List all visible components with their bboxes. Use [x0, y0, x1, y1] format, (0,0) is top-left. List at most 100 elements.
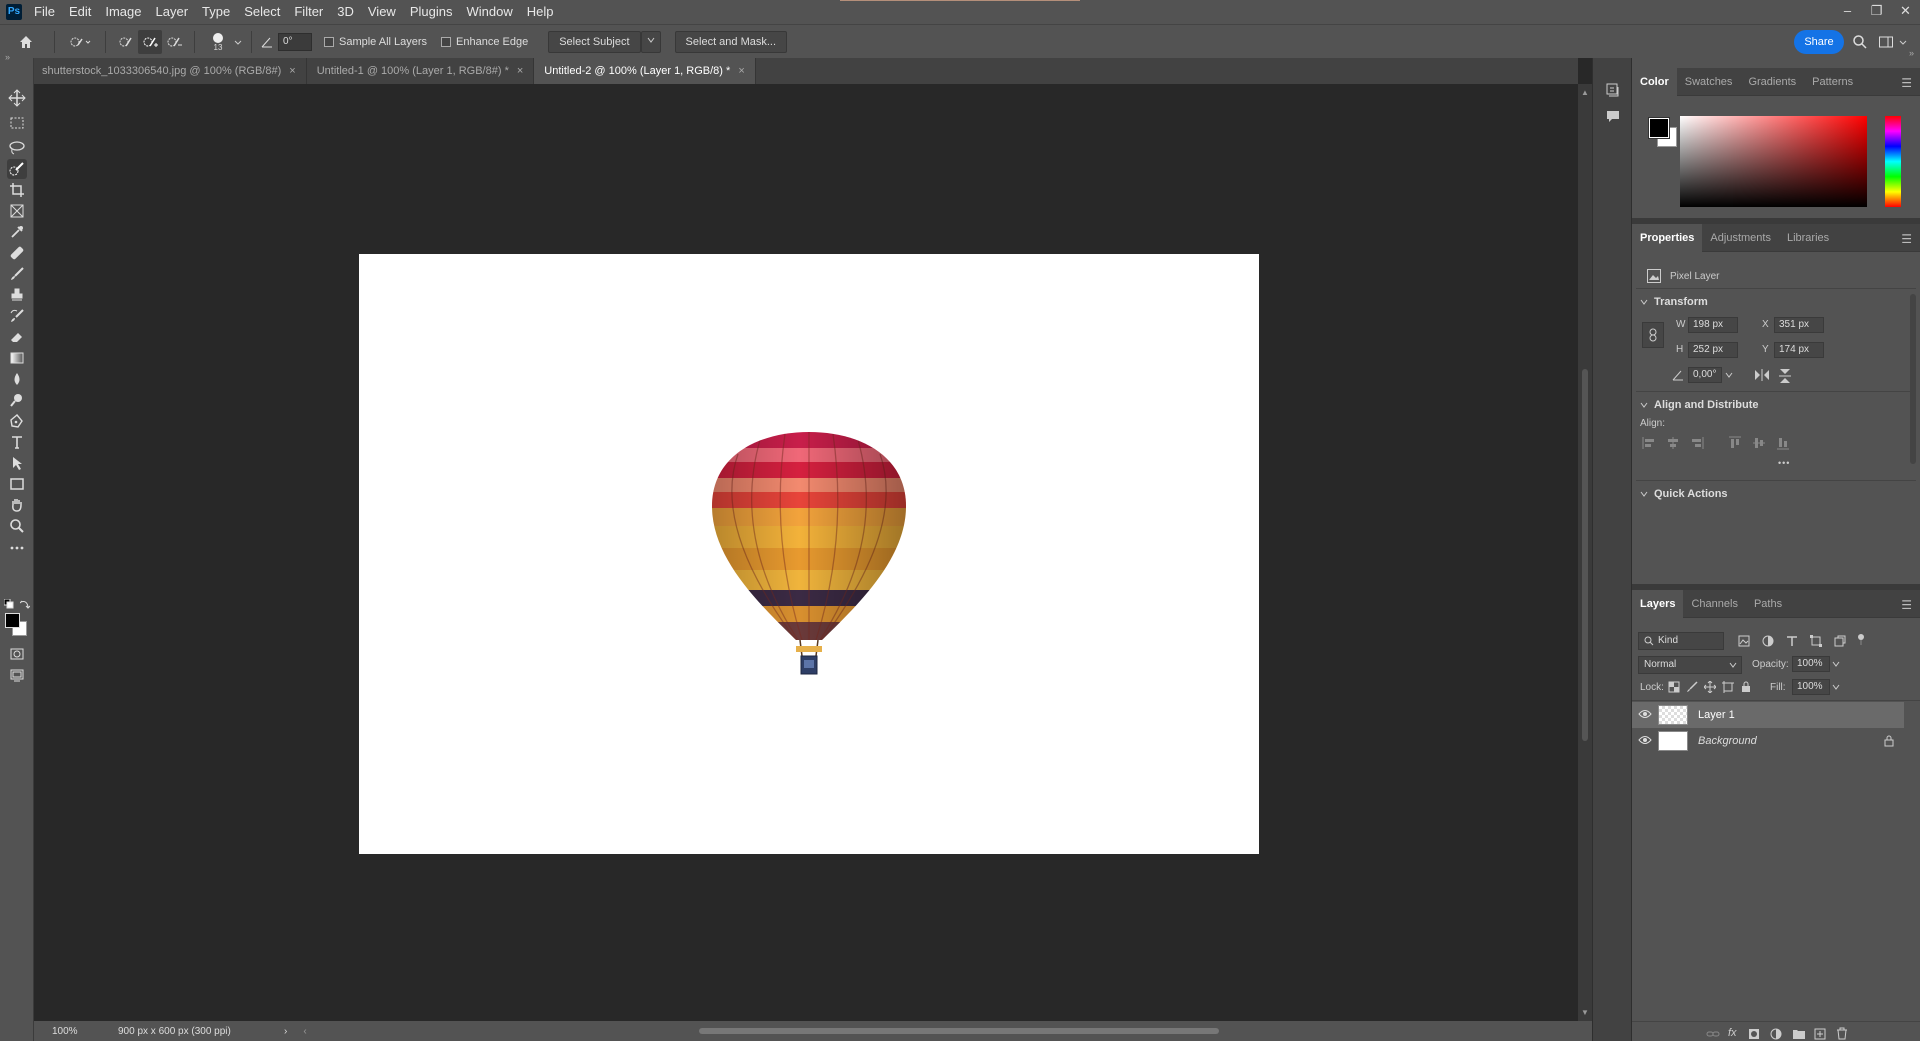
menu-3d[interactable]: 3D [330, 0, 361, 24]
align-section-header[interactable]: Align and Distribute [1640, 399, 1759, 411]
link-dimensions-button[interactable] [1642, 322, 1664, 348]
scroll-left-icon[interactable]: ‹ [303, 1026, 306, 1037]
vertical-scroll-thumb[interactable] [1582, 369, 1588, 741]
tab-color[interactable]: Color [1632, 67, 1677, 96]
tab-gradients[interactable]: Gradients [1740, 68, 1804, 96]
tab-shutterstock[interactable]: shutterstock_1033306540.jpg @ 100% (RGB/… [34, 58, 307, 84]
add-mask-icon[interactable] [1748, 1028, 1760, 1040]
tab-untitled-2[interactable]: Untitled-2 @ 100% (Layer 1, RGB/8) * × [534, 58, 756, 84]
hand-tool[interactable] [7, 495, 27, 515]
new-selection-button[interactable] [114, 30, 138, 54]
link-layers-icon[interactable] [1706, 1028, 1720, 1040]
visibility-toggle[interactable] [1632, 735, 1658, 748]
flip-horizontal-icon[interactable] [1754, 368, 1770, 382]
trash-icon[interactable] [1836, 1027, 1848, 1040]
layer-filter-dropdown[interactable]: Kind [1638, 632, 1724, 650]
blend-mode-dropdown[interactable]: Normal [1638, 656, 1742, 674]
chevron-down-icon[interactable] [1724, 370, 1734, 380]
lock-transparent-icon[interactable] [1668, 681, 1680, 693]
blur-tool[interactable] [7, 369, 27, 389]
filter-type-icon[interactable] [1786, 635, 1798, 647]
menu-view[interactable]: View [361, 0, 403, 24]
type-tool[interactable] [7, 432, 27, 452]
scroll-up-icon[interactable]: ▲ [1581, 88, 1589, 97]
lock-artboard-icon[interactable] [1722, 681, 1734, 693]
checkbox-box[interactable] [324, 36, 334, 47]
tab-patterns[interactable]: Patterns [1804, 68, 1861, 96]
vertical-scrollbar[interactable]: ▲ ▼ [1578, 84, 1592, 1021]
select-and-mask-button[interactable]: Select and Mask... [674, 30, 788, 53]
opacity-field[interactable]: 100% [1792, 656, 1830, 672]
menu-filter[interactable]: Filter [287, 0, 330, 24]
close-tab-icon[interactable]: × [289, 58, 295, 84]
screen-mode-button[interactable] [7, 665, 27, 685]
collapse-toolbar-icon[interactable]: » [5, 52, 10, 62]
tab-untitled-1[interactable]: Untitled-1 @ 100% (Layer 1, RGB/8#) * × [306, 58, 535, 84]
properties-scroll-thumb[interactable] [1910, 294, 1916, 464]
default-colors-icon[interactable] [3, 598, 14, 612]
healing-brush-tool[interactable] [7, 243, 27, 263]
subtract-selection-button[interactable] [162, 30, 186, 54]
search-button[interactable] [1852, 34, 1868, 53]
align-top-icon[interactable] [1728, 436, 1742, 450]
menu-layer[interactable]: Layer [149, 0, 196, 24]
menu-image[interactable]: Image [98, 0, 148, 24]
menu-type[interactable]: Type [195, 0, 237, 24]
align-center-horizontal-icon[interactable] [1666, 436, 1680, 450]
home-button[interactable] [6, 30, 46, 54]
close-button[interactable]: ✕ [1891, 0, 1920, 24]
menu-window[interactable]: Window [459, 0, 519, 24]
new-layer-icon[interactable] [1814, 1028, 1826, 1040]
share-button[interactable]: Share [1794, 30, 1844, 54]
eraser-tool[interactable] [7, 327, 27, 347]
expand-panels-icon[interactable]: » [1909, 48, 1914, 58]
tab-layers[interactable]: Layers [1632, 589, 1684, 618]
tab-channels[interactable]: Channels [1683, 590, 1745, 618]
workspace-button[interactable] [1878, 34, 1908, 50]
width-field[interactable]: 198 px [1688, 317, 1738, 333]
panel-menu-icon[interactable]: ☰ [1901, 76, 1912, 90]
x-position-field[interactable]: 351 px [1774, 317, 1824, 333]
zoom-tool[interactable] [7, 516, 27, 536]
foreground-color-swatch[interactable] [1648, 117, 1670, 139]
foreground-color-swatch[interactable] [5, 613, 20, 628]
scroll-down-icon[interactable]: ▼ [1581, 1008, 1589, 1017]
enhance-edge-checkbox[interactable]: Enhance Edge [441, 36, 528, 48]
hot-air-balloon-image[interactable] [710, 428, 908, 680]
tab-properties[interactable]: Properties [1632, 223, 1703, 252]
sample-all-layers-checkbox[interactable]: Sample All Layers [324, 36, 427, 48]
rectangle-tool[interactable] [7, 474, 27, 494]
filter-toggle-icon[interactable] [1856, 633, 1866, 645]
brush-tool[interactable] [7, 264, 27, 284]
horizontal-scroll-thumb[interactable] [699, 1028, 1219, 1034]
clone-stamp-tool[interactable] [7, 285, 27, 305]
zoom-level[interactable]: 100% [52, 1026, 112, 1037]
angle-input[interactable]: 0° [278, 32, 312, 51]
add-to-selection-button[interactable] [138, 29, 162, 54]
chevron-down-icon[interactable] [1832, 683, 1840, 691]
quick-selection-tool[interactable] [7, 159, 27, 179]
filter-shape-icon[interactable] [1810, 635, 1822, 647]
tool-preset-picker[interactable] [63, 30, 97, 54]
align-left-icon[interactable] [1642, 436, 1656, 450]
edit-toolbar-button[interactable] [7, 538, 27, 558]
app-logo[interactable]: Ps [6, 4, 22, 20]
menu-edit[interactable]: Edit [62, 0, 98, 24]
select-subject-dropdown[interactable] [640, 30, 661, 53]
frame-tool[interactable] [7, 201, 27, 221]
filter-pixel-icon[interactable] [1738, 635, 1750, 647]
more-options-button[interactable]: ••• [1778, 458, 1790, 468]
close-tab-icon[interactable]: × [738, 58, 744, 84]
filter-smart-object-icon[interactable] [1834, 635, 1846, 647]
crop-tool[interactable] [7, 180, 27, 200]
height-field[interactable]: 252 px [1688, 342, 1738, 358]
align-middle-vertical-icon[interactable] [1752, 436, 1766, 450]
path-selection-tool[interactable] [7, 453, 27, 473]
comments-panel-button[interactable] [1605, 108, 1621, 127]
align-right-icon[interactable] [1690, 436, 1704, 450]
rotation-field[interactable]: 0,00° [1688, 367, 1722, 383]
folder-icon[interactable] [1792, 1028, 1806, 1040]
layer-row[interactable]: Layer 1 [1632, 702, 1904, 728]
restore-button[interactable]: ❐ [1862, 0, 1891, 24]
minimize-button[interactable]: – [1833, 0, 1862, 24]
